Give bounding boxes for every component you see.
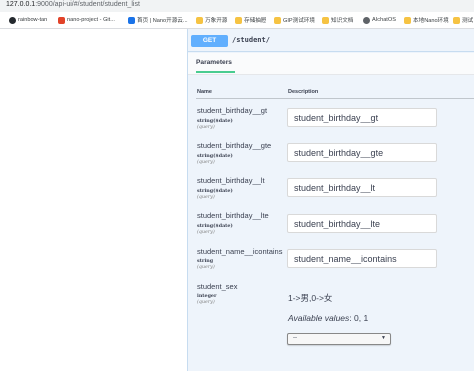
bookmarks-bar: rainbow-tan nano-project - Git... 首页 | N…	[0, 12, 474, 29]
chevron-down-icon: ▼	[381, 335, 386, 341]
bookmark-label: AIchatOS	[372, 17, 396, 23]
bookmark-aichatos[interactable]: AIchatOS	[363, 15, 396, 25]
github-icon	[9, 16, 16, 24]
col-name: Name	[197, 89, 212, 95]
folder-icon	[274, 16, 281, 24]
divider	[188, 51, 474, 52]
available-values-label: Available values	[288, 313, 350, 323]
student-birthday-lt-input[interactable]	[287, 178, 437, 197]
param-location: (query)	[197, 195, 215, 200]
folder-icon	[453, 16, 460, 24]
bookmark-knowledge[interactable]: 知识文档	[322, 15, 353, 25]
operation-summary[interactable]: GET /student/	[188, 34, 474, 48]
bookmark-test[interactable]: 测试	[453, 15, 473, 25]
param-name: student_name__icontains	[197, 247, 283, 256]
param-type: string($date)	[197, 118, 233, 124]
bookmark-nano-home[interactable]: 首页 | Nano开源云...	[128, 15, 188, 25]
bookmark-rainbow-tan[interactable]: rainbow-tan	[9, 15, 47, 25]
param-type: string($date)	[197, 223, 233, 229]
folder-icon	[235, 16, 242, 24]
bookmark-label: 存储抽屉	[244, 18, 267, 24]
param-location: (query)	[197, 230, 215, 235]
col-description: Description	[288, 89, 319, 95]
bookmark-gip-test[interactable]: GIP测试环境	[274, 15, 315, 25]
bookmark-wanxiang[interactable]: 万象开源	[196, 15, 227, 25]
param-location: (query)	[197, 300, 215, 305]
globe-icon	[363, 16, 370, 24]
param-type: string	[197, 258, 214, 264]
method-badge: GET	[191, 35, 228, 47]
param-location: (query)	[197, 160, 215, 165]
bookmark-label: rainbow-tan	[18, 17, 48, 23]
operation-panel: GET /student/ Parameters Name Descriptio…	[187, 29, 474, 371]
bookmark-label: 测试	[462, 18, 474, 24]
operation-path: /student/	[232, 36, 270, 44]
url-host: 127.0.0.1	[6, 1, 36, 8]
bookmark-nano-project[interactable]: nano-project - Git...	[58, 15, 115, 25]
bookmark-label: GIP测试环境	[283, 18, 316, 24]
student-sex-select[interactable]: -- ▼	[287, 333, 391, 345]
available-values-list: : 0, 1	[349, 313, 369, 323]
param-name: student_birthday__gte	[197, 141, 272, 150]
param-description: 1->男,0->女	[288, 293, 333, 303]
bookmark-label: 首页 | Nano开源云...	[137, 18, 188, 24]
select-value: --	[293, 335, 297, 341]
bookmark-label: nano-project - Git...	[67, 17, 115, 23]
address-bar[interactable]: 127.0.0.1:9000/api-ui/#/student/student_…	[0, 0, 474, 12]
tab-parameters[interactable]: Parameters	[196, 59, 232, 66]
param-type: string($date)	[197, 153, 233, 159]
gitlab-icon	[58, 16, 65, 24]
param-location: (query)	[197, 265, 215, 270]
divider	[196, 98, 474, 99]
blank-left-area	[0, 29, 185, 371]
param-name: student_birthday__lte	[197, 211, 269, 220]
tab-active-indicator	[196, 71, 235, 73]
bookmark-label: 万象开源	[205, 18, 228, 24]
folder-icon	[404, 16, 411, 24]
folder-icon	[322, 16, 329, 24]
url-path: :9000/api-ui/#/student/student_list	[35, 1, 140, 8]
parameters-section-header: Parameters	[188, 53, 474, 75]
param-name: student_sex	[197, 282, 238, 291]
bookmark-label: 本地Nano环境	[413, 18, 449, 24]
param-type: integer	[197, 293, 217, 299]
available-values: Available values: 0, 1	[288, 313, 368, 323]
param-name: student_birthday__gt	[197, 106, 268, 115]
param-name: student_birthday__lt	[197, 176, 265, 185]
folder-icon	[196, 16, 203, 24]
student-name-icontains-input[interactable]	[287, 249, 437, 268]
url-text[interactable]: 127.0.0.1:9000/api-ui/#/student/student_…	[6, 1, 140, 8]
student-birthday-gte-input[interactable]	[287, 143, 437, 162]
param-type: string($date)	[197, 188, 233, 194]
param-location: (query)	[197, 125, 215, 130]
student-birthday-lte-input[interactable]	[287, 214, 437, 233]
student-birthday-gt-input[interactable]	[287, 108, 437, 127]
nano-icon	[128, 16, 135, 24]
bookmark-local-nano[interactable]: 本地Nano环境	[404, 15, 449, 25]
bookmark-storage[interactable]: 存储抽屉	[235, 15, 266, 25]
bookmark-label: 知识文档	[331, 18, 354, 24]
